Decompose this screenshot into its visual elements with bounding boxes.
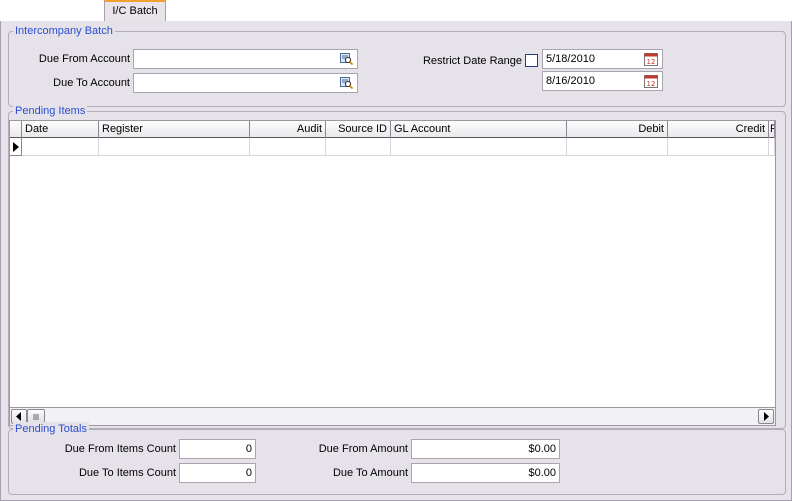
column-header-debit[interactable]: Debit — [567, 121, 668, 138]
due-to-account-field[interactable] — [133, 73, 358, 93]
tab-label: I/C Batch — [112, 5, 158, 17]
scroll-right-button[interactable] — [758, 409, 774, 424]
restrict-date-range-checkbox[interactable] — [525, 54, 538, 67]
restrict-date-range-label: Restrict Date Range — [422, 55, 522, 67]
grid-cell[interactable] — [22, 138, 99, 156]
due-from-account-field[interactable] — [133, 49, 358, 69]
lookup-icon[interactable] — [340, 77, 353, 89]
grid-cell[interactable] — [250, 138, 326, 156]
column-header-gl-account[interactable]: GL Account — [391, 121, 567, 138]
grid-cell[interactable] — [567, 138, 668, 156]
lookup-icon[interactable] — [340, 53, 353, 65]
main-panel: Intercompany Batch Due From Account Due … — [0, 21, 792, 501]
row-header-corner — [10, 121, 22, 138]
due-from-items-count-field: 0 — [179, 439, 256, 459]
calendar-icon[interactable]: 12 — [644, 74, 658, 88]
date-from-field[interactable]: 5/18/2010 12 — [542, 49, 663, 69]
grid-cell[interactable] — [668, 138, 769, 156]
pending-items-grid[interactable]: Date Register Audit Source ID GL Account… — [9, 120, 776, 408]
pending-totals-title: Pending Totals — [13, 422, 89, 436]
calendar-icon[interactable]: 12 — [644, 52, 658, 66]
due-to-account-label: Due To Account — [53, 77, 130, 89]
column-header-date[interactable]: Date — [22, 121, 99, 138]
column-header-source-id[interactable]: Source ID — [326, 121, 391, 138]
due-from-amount-label: Due From Amount — [318, 443, 408, 455]
row-selector[interactable] — [10, 138, 22, 156]
svg-text:12: 12 — [647, 80, 656, 88]
grid-cell[interactable] — [99, 138, 250, 156]
tab-ic-batch[interactable]: I/C Batch — [104, 0, 166, 22]
due-to-items-count-field: 0 — [179, 463, 256, 483]
grid-cell[interactable] — [326, 138, 391, 156]
svg-text:12: 12 — [647, 58, 656, 66]
arrow-right-icon — [764, 412, 769, 421]
pending-totals-group: Pending Totals — [8, 422, 786, 495]
due-from-items-count-label: Due From Items Count — [64, 443, 176, 455]
due-from-account-label: Due From Account — [38, 53, 130, 65]
column-header-audit[interactable]: Audit — [250, 121, 326, 138]
column-header-register[interactable]: Register — [99, 121, 250, 138]
date-to-field[interactable]: 8/16/2010 12 — [542, 71, 663, 91]
grid-header: Date Register Audit Source ID GL Account… — [10, 121, 775, 138]
pending-items-title: Pending Items — [13, 104, 88, 118]
intercompany-batch-title: Intercompany Batch — [13, 24, 115, 38]
row-pointer-icon — [13, 142, 19, 152]
due-from-amount-field: $0.00 — [411, 439, 560, 459]
grid-cell[interactable] — [769, 138, 775, 156]
column-header-truncated[interactable]: F — [769, 121, 775, 138]
grid-cell[interactable] — [391, 138, 567, 156]
due-to-amount-field: $0.00 — [411, 463, 560, 483]
column-header-credit[interactable]: Credit — [668, 121, 769, 138]
intercompany-batch-group: Intercompany Batch — [8, 24, 786, 107]
due-to-items-count-label: Due To Items Count — [78, 467, 176, 479]
due-to-amount-label: Due To Amount — [332, 467, 408, 479]
horizontal-scrollbar[interactable] — [9, 408, 776, 426]
